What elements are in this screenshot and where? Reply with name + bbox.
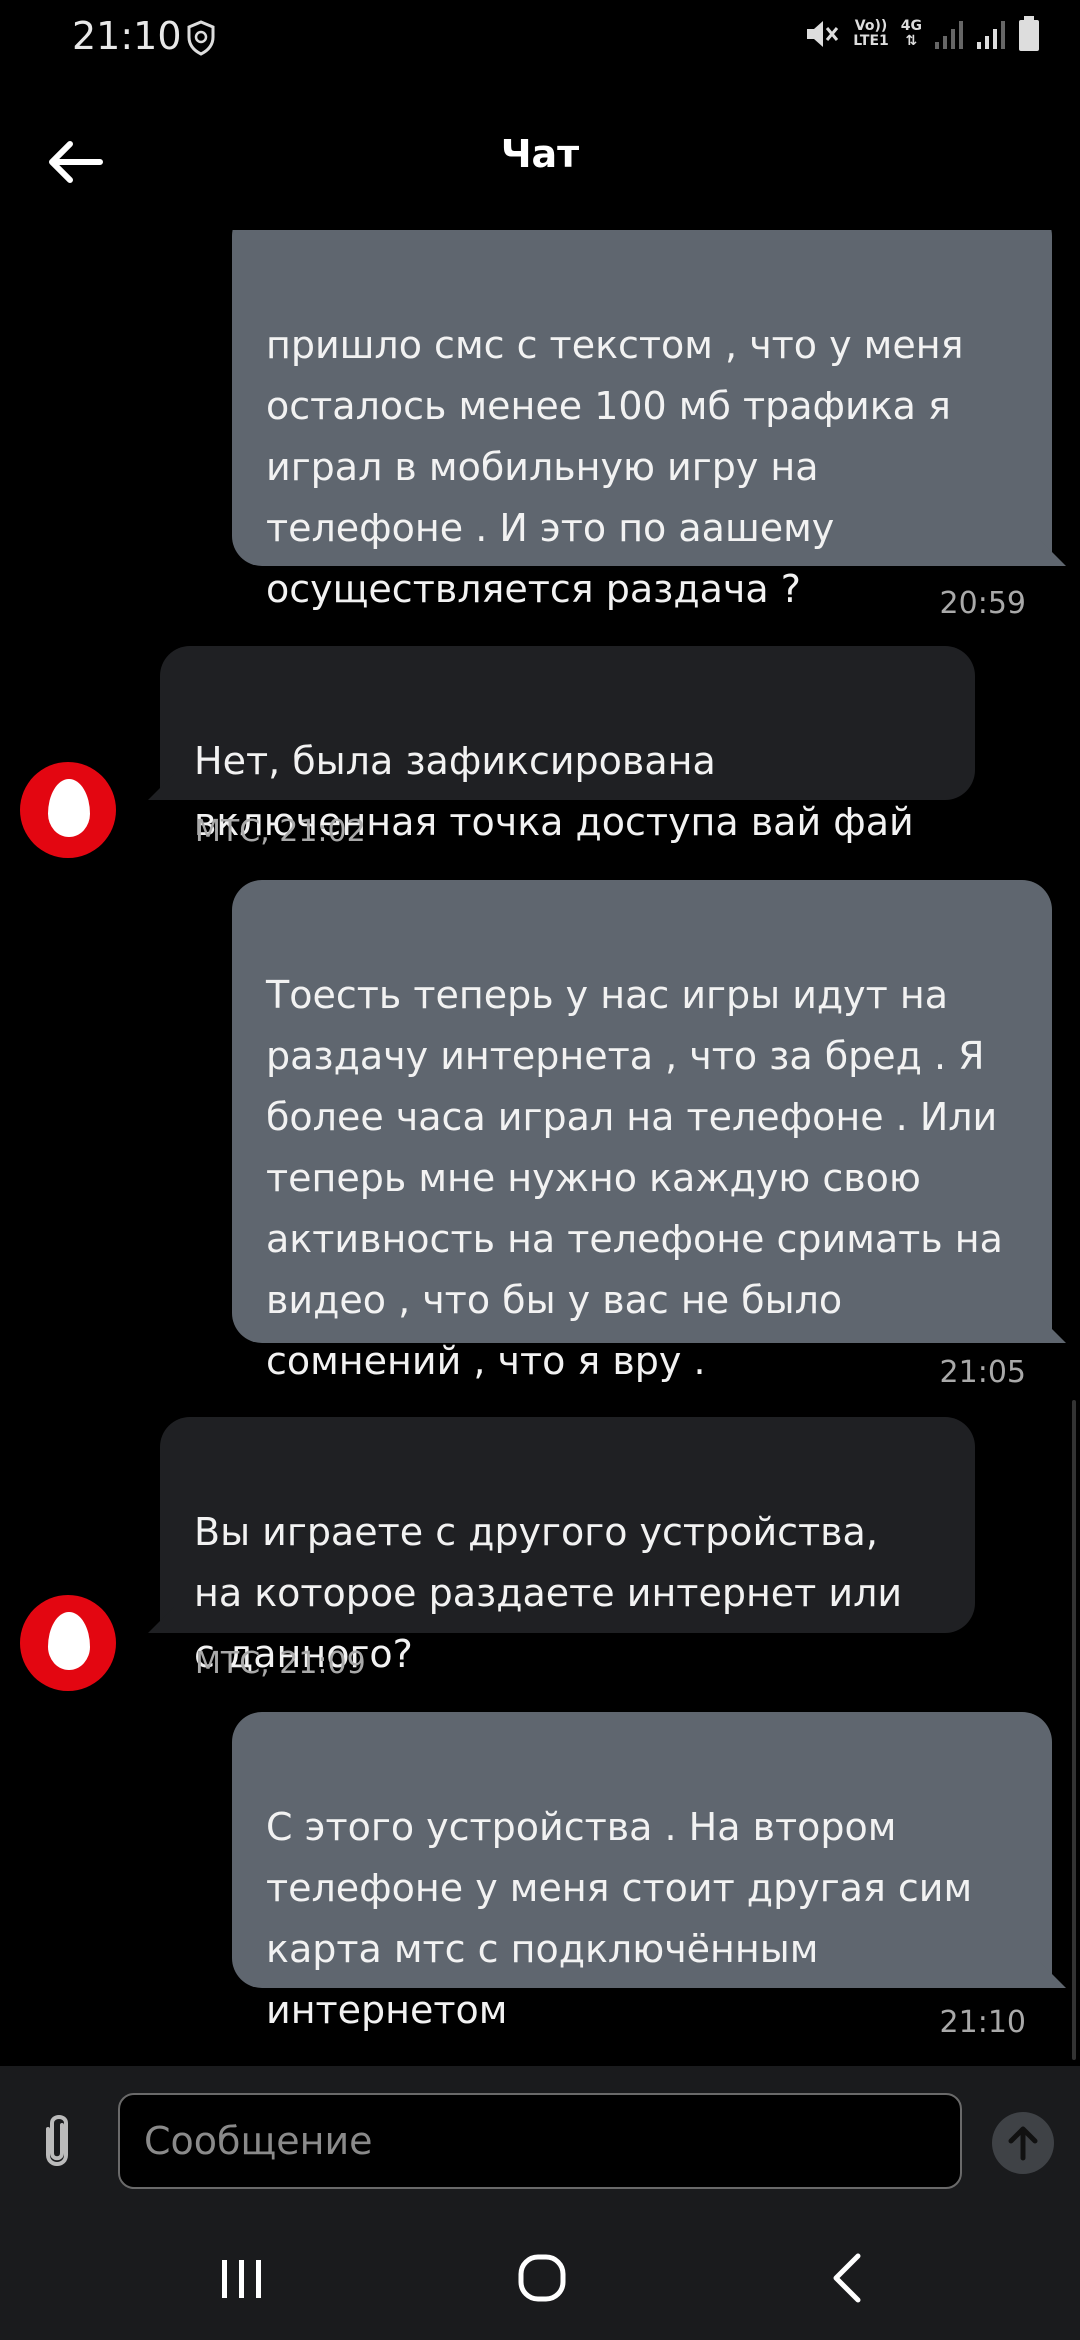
message-input[interactable] — [118, 2093, 962, 2189]
paperclip-icon — [46, 2115, 68, 2166]
back-nav-button[interactable] — [808, 2246, 888, 2310]
message-text: Тоесть теперь у нас игры идут на раздачу… — [266, 973, 1003, 1383]
message-time: 21:10 — [939, 2005, 1026, 2040]
message-text: С этого устройства . На втором телефоне … — [266, 1805, 973, 2032]
outgoing-message-bubble[interactable]: пришло смс с текстом , что у меня остало… — [232, 230, 1052, 611]
mts-avatar — [20, 762, 116, 858]
page-title: Чат — [500, 132, 580, 176]
status-bar: 21:10 Vo)) LTE1 4G ⇅ — [0, 0, 1080, 80]
status-time: 21:10 — [72, 14, 182, 58]
volte-indicator: Vo)) LTE1 — [853, 18, 889, 49]
signal-icon — [977, 21, 1005, 49]
incoming-message-bubble[interactable]: Нет, была зафиксирована включенная точка… — [160, 646, 975, 844]
mute-icon — [807, 21, 839, 47]
send-button[interactable] — [992, 2112, 1054, 2174]
message-sender-time: МТС, 21:09 — [195, 1646, 366, 1681]
bubble-tail — [1040, 1317, 1066, 1343]
attach-button[interactable] — [32, 2111, 82, 2175]
scrollbar[interactable] — [1072, 1400, 1076, 2060]
message-time: 20:59 — [939, 586, 1026, 621]
bubble-tail — [1040, 1962, 1066, 1988]
chat-header: Чат — [0, 110, 1080, 210]
battery-icon — [1019, 16, 1039, 51]
outgoing-message-bubble[interactable]: С этого устройства . На втором телефоне … — [232, 1712, 1052, 2032]
home-button[interactable] — [502, 2246, 582, 2310]
signal-icon — [935, 21, 963, 49]
shield-icon — [187, 20, 215, 56]
system-nav-bar — [0, 2216, 1080, 2340]
home-icon — [518, 2254, 566, 2302]
recents-icon — [222, 2260, 261, 2298]
network-type: 4G ⇅ — [900, 18, 922, 49]
recents-button[interactable] — [202, 2246, 282, 2310]
message-time: 21:05 — [939, 1355, 1026, 1390]
message-sender-time: МТС, 21:02 — [195, 814, 366, 849]
message-composer — [0, 2066, 1080, 2216]
chevron-left-icon — [833, 2253, 861, 2303]
message-text: пришло смс с текстом , что у меня остало… — [266, 323, 964, 611]
arrow-up-icon — [1008, 2126, 1038, 2161]
message-list[interactable]: пришло смс с текстом , что у меня остало… — [0, 230, 1080, 2065]
outgoing-message-bubble[interactable]: Тоесть теперь у нас игры идут на раздачу… — [232, 880, 1052, 1383]
mts-avatar — [20, 1595, 116, 1691]
bubble-tail — [1040, 540, 1066, 566]
incoming-message-bubble[interactable]: Вы играете с другого устройства, на кото… — [160, 1417, 975, 1676]
